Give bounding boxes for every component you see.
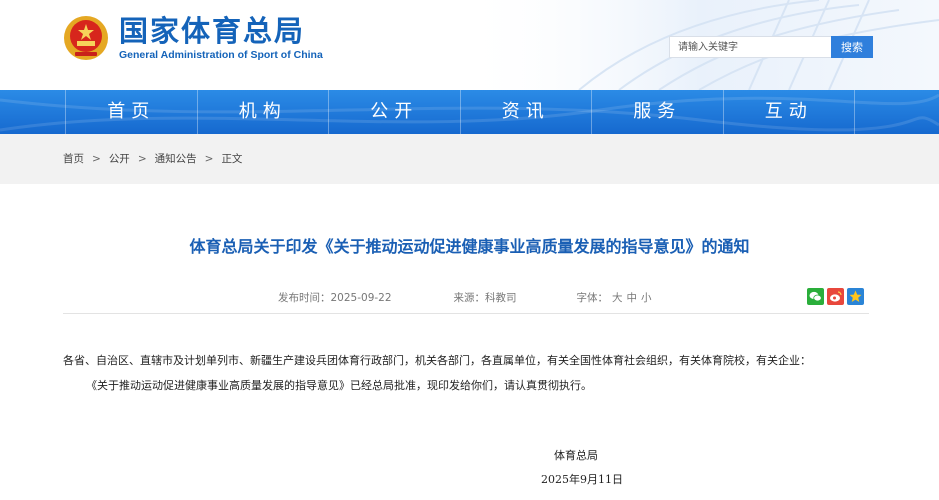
font-size-large[interactable]: 大 bbox=[612, 292, 623, 304]
breadcrumb-separator: > bbox=[204, 152, 214, 165]
article-paragraph: 各省、自治区、直辖市及计划单列市、新疆生产建设兵团体育行政部门，机关各部门，各直… bbox=[63, 354, 811, 367]
site-header: 国家体育总局 General Administration of Sport o… bbox=[0, 0, 939, 90]
breadcrumb-separator: > bbox=[92, 152, 101, 165]
article-title: 体育总局关于印发《关于推动运动促进健康事业高质量发展的指导意见》的通知 bbox=[189, 237, 750, 256]
breadcrumb-bar: 首页 > 公开 > 通知公告 > 正文 bbox=[0, 134, 939, 184]
publish-time: 发布时间：2025-09-22 bbox=[278, 292, 392, 304]
weibo-icon[interactable] bbox=[827, 288, 844, 305]
nav-item-organization[interactable]: 机构 bbox=[196, 90, 329, 134]
search-input[interactable] bbox=[669, 36, 831, 58]
national-emblem-icon bbox=[64, 15, 108, 60]
qzone-icon[interactable] bbox=[847, 288, 864, 305]
main-nav: 首页 机构 公开 资讯 服务 互动 bbox=[0, 90, 939, 134]
nav-item-home[interactable]: 首页 bbox=[65, 90, 197, 134]
breadcrumb-separator: > bbox=[137, 152, 147, 165]
site-title-en: General Administration of Sport of China bbox=[119, 49, 323, 61]
sign-date: 2025年9月11日 bbox=[541, 473, 623, 486]
font-size-small[interactable]: 小 bbox=[641, 292, 652, 304]
font-size-label: 字体： bbox=[576, 292, 609, 304]
nav-item-news[interactable]: 资讯 bbox=[459, 90, 592, 134]
breadcrumb-current: 正文 bbox=[221, 153, 243, 165]
search-button[interactable]: 搜索 bbox=[831, 36, 873, 58]
breadcrumb-notices[interactable]: 通知公告 bbox=[155, 151, 197, 166]
article-paragraph: 《关于推动运动促进健康事业高质量发展的指导意见》已经总局批准，现印发给你们，请认… bbox=[86, 379, 592, 392]
breadcrumb-public[interactable]: 公开 bbox=[109, 151, 130, 166]
font-size-switcher: 字体：大中小 bbox=[577, 290, 652, 305]
breadcrumb-home[interactable]: 首页 bbox=[63, 151, 84, 166]
nav-item-services[interactable]: 服务 bbox=[591, 90, 723, 134]
article-meta: 发布时间：2025-09-22 来源：科教司 字体：大中小 bbox=[278, 290, 652, 305]
wechat-icon[interactable] bbox=[807, 288, 824, 305]
site-logo[interactable]: 国家体育总局 General Administration of Sport o… bbox=[63, 14, 323, 61]
nav-item-public[interactable]: 公开 bbox=[328, 90, 460, 134]
title-divider bbox=[63, 313, 869, 314]
signature: 体育总局 bbox=[554, 449, 598, 462]
breadcrumb: 首页 > 公开 > 通知公告 > 正文 bbox=[63, 151, 242, 166]
article-source: 来源：科教司 bbox=[453, 292, 517, 304]
site-title-cn: 国家体育总局 bbox=[119, 14, 306, 48]
nav-item-interaction[interactable]: 互动 bbox=[722, 90, 855, 134]
share-buttons bbox=[807, 288, 867, 305]
font-size-medium[interactable]: 中 bbox=[627, 292, 638, 304]
search-box: 搜索 bbox=[669, 36, 873, 58]
